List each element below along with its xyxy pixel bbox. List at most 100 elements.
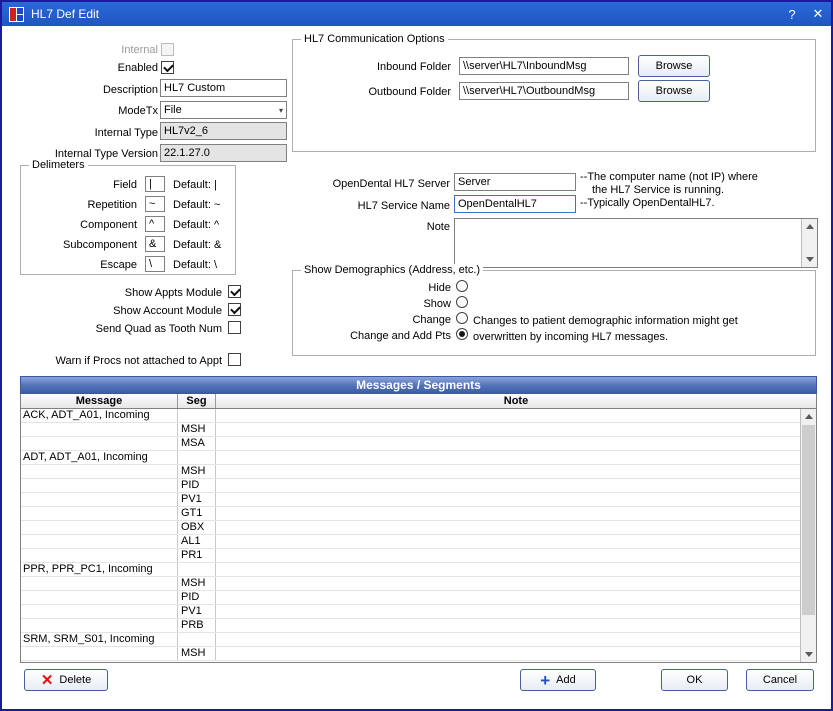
ok-button[interactable]: OK	[661, 669, 728, 691]
table-cell	[21, 479, 178, 492]
outbound-folder-input[interactable]	[459, 82, 629, 100]
table-cell	[178, 633, 216, 646]
scroll-up-icon[interactable]	[801, 409, 816, 424]
send-quad-checkbox[interactable]	[228, 321, 241, 334]
field-delimiter-input[interactable]	[145, 176, 165, 192]
scroll-down-icon[interactable]	[801, 647, 816, 662]
table-cell: PID	[178, 591, 216, 604]
table-cell	[21, 493, 178, 506]
table-cell	[21, 591, 178, 604]
add-plus-icon: +	[540, 673, 550, 688]
table-row[interactable]: PPR, PPR_PC1, Incoming	[21, 563, 800, 577]
internal-type-label: Internal Type	[10, 126, 158, 140]
window-title: HL7 Def Edit	[31, 7, 99, 21]
subcomponent-delimiter-input[interactable]	[145, 236, 165, 252]
table-row[interactable]: PID	[21, 591, 800, 605]
table-row[interactable]: PRB	[21, 619, 800, 633]
table-cell	[178, 451, 216, 464]
escape-default: Default: \	[173, 258, 217, 272]
table-cell	[216, 647, 800, 660]
table-cell	[216, 535, 800, 548]
inbound-folder-input[interactable]	[459, 57, 629, 75]
table-row[interactable]: MSH	[21, 647, 800, 661]
hl7-server-label: OpenDental HL7 Server	[292, 177, 450, 191]
subcomponent-label: Subcomponent	[25, 238, 137, 252]
table-row[interactable]: OBX	[21, 521, 800, 535]
scrollbar-thumb[interactable]	[802, 425, 815, 615]
table-cell	[216, 563, 800, 576]
field-default: Default: |	[173, 178, 217, 192]
table-cell	[178, 563, 216, 576]
help-button[interactable]: ?	[779, 7, 805, 22]
table-row[interactable]: AL1	[21, 535, 800, 549]
inbound-browse-button[interactable]: Browse	[638, 55, 710, 77]
note-scrollbar[interactable]	[801, 219, 817, 267]
table-row[interactable]: MSA	[21, 437, 800, 451]
escape-delimiter-input[interactable]	[145, 256, 165, 272]
modetx-label: ModeTx	[10, 104, 158, 118]
table-cell: MSH	[178, 465, 216, 478]
show-demographics-groupbox: Show Demographics (Address, etc.) Hide S…	[292, 270, 816, 356]
modetx-select[interactable]: File ▾	[160, 101, 287, 119]
outbound-browse-button[interactable]: Browse	[638, 80, 710, 102]
table-cell: MSH	[178, 647, 216, 660]
show-demographics-title: Show Demographics (Address, etc.)	[301, 264, 483, 277]
hl7-service-name-input[interactable]	[454, 195, 576, 213]
internal-checkbox	[161, 43, 174, 56]
table-row[interactable]: ADT, ADT_A01, Incoming	[21, 451, 800, 465]
note-field[interactable]	[454, 218, 818, 268]
component-label: Component	[25, 218, 137, 232]
show-radio[interactable]	[456, 296, 468, 308]
messages-table-body: ACK, ADT_A01, IncomingMSHMSAADT, ADT_A01…	[21, 409, 800, 662]
table-row[interactable]: MSH	[21, 577, 800, 591]
table-cell	[216, 423, 800, 436]
table-row[interactable]: PR1	[21, 549, 800, 563]
table-cell	[21, 605, 178, 618]
delimiters-groupbox: Delimeters Field Default: | Repetition D…	[20, 165, 236, 275]
table-row[interactable]: MSH	[21, 423, 800, 437]
add-button[interactable]: + Add	[520, 669, 596, 691]
show-appts-module-checkbox[interactable]	[228, 285, 241, 298]
table-row[interactable]: MSH	[21, 465, 800, 479]
show-label: Show	[301, 297, 451, 311]
table-cell: ADT, ADT_A01, Incoming	[21, 451, 178, 464]
change-and-add-pts-radio[interactable]	[456, 328, 468, 340]
enabled-label: Enabled	[10, 61, 158, 75]
app-icon	[9, 7, 24, 22]
show-account-module-checkbox[interactable]	[228, 303, 241, 316]
repetition-delimiter-input[interactable]	[145, 196, 165, 212]
column-header-message[interactable]: Message	[21, 394, 178, 408]
description-input[interactable]	[160, 79, 287, 97]
messages-table: ACK, ADT_A01, IncomingMSHMSAADT, ADT_A01…	[20, 409, 817, 663]
table-row[interactable]: SRM, SRM_S01, Incoming	[21, 633, 800, 647]
messages-segments-header: Messages / Segments	[20, 376, 817, 394]
table-row[interactable]: PV1	[21, 493, 800, 507]
table-row[interactable]: PV1	[21, 605, 800, 619]
close-button[interactable]: ✕	[805, 6, 831, 22]
warn-procs-checkbox[interactable]	[228, 353, 241, 366]
component-delimiter-input[interactable]	[145, 216, 165, 232]
hide-radio[interactable]	[456, 280, 468, 292]
delete-button[interactable]: ✕ Delete	[24, 669, 108, 691]
table-cell: PR1	[178, 549, 216, 562]
cancel-button[interactable]: Cancel	[746, 669, 814, 691]
enabled-checkbox[interactable]	[161, 61, 174, 74]
communication-options-title: HL7 Communication Options	[301, 33, 448, 46]
hl7-def-edit-window: HL7 Def Edit ? ✕ Internal Enabled Descri…	[0, 0, 833, 711]
change-and-add-pts-note: overwritten by incoming HL7 messages.	[473, 330, 668, 344]
table-row[interactable]: ACK, ADT_A01, Incoming	[21, 409, 800, 423]
hl7-server-input[interactable]	[454, 173, 576, 191]
change-radio[interactable]	[456, 312, 468, 324]
description-label: Description	[10, 83, 158, 97]
warn-procs-label: Warn if Procs not attached to Appt	[10, 354, 222, 368]
table-cell	[21, 521, 178, 534]
note-text	[455, 219, 801, 267]
table-row[interactable]: PID	[21, 479, 800, 493]
scroll-up-icon[interactable]	[802, 219, 817, 234]
scroll-down-icon[interactable]	[802, 252, 817, 267]
table-cell	[216, 437, 800, 450]
column-header-note[interactable]: Note	[216, 394, 816, 408]
table-row[interactable]: GT1	[21, 507, 800, 521]
column-header-seg[interactable]: Seg	[178, 394, 216, 408]
messages-table-scrollbar[interactable]	[800, 409, 816, 662]
